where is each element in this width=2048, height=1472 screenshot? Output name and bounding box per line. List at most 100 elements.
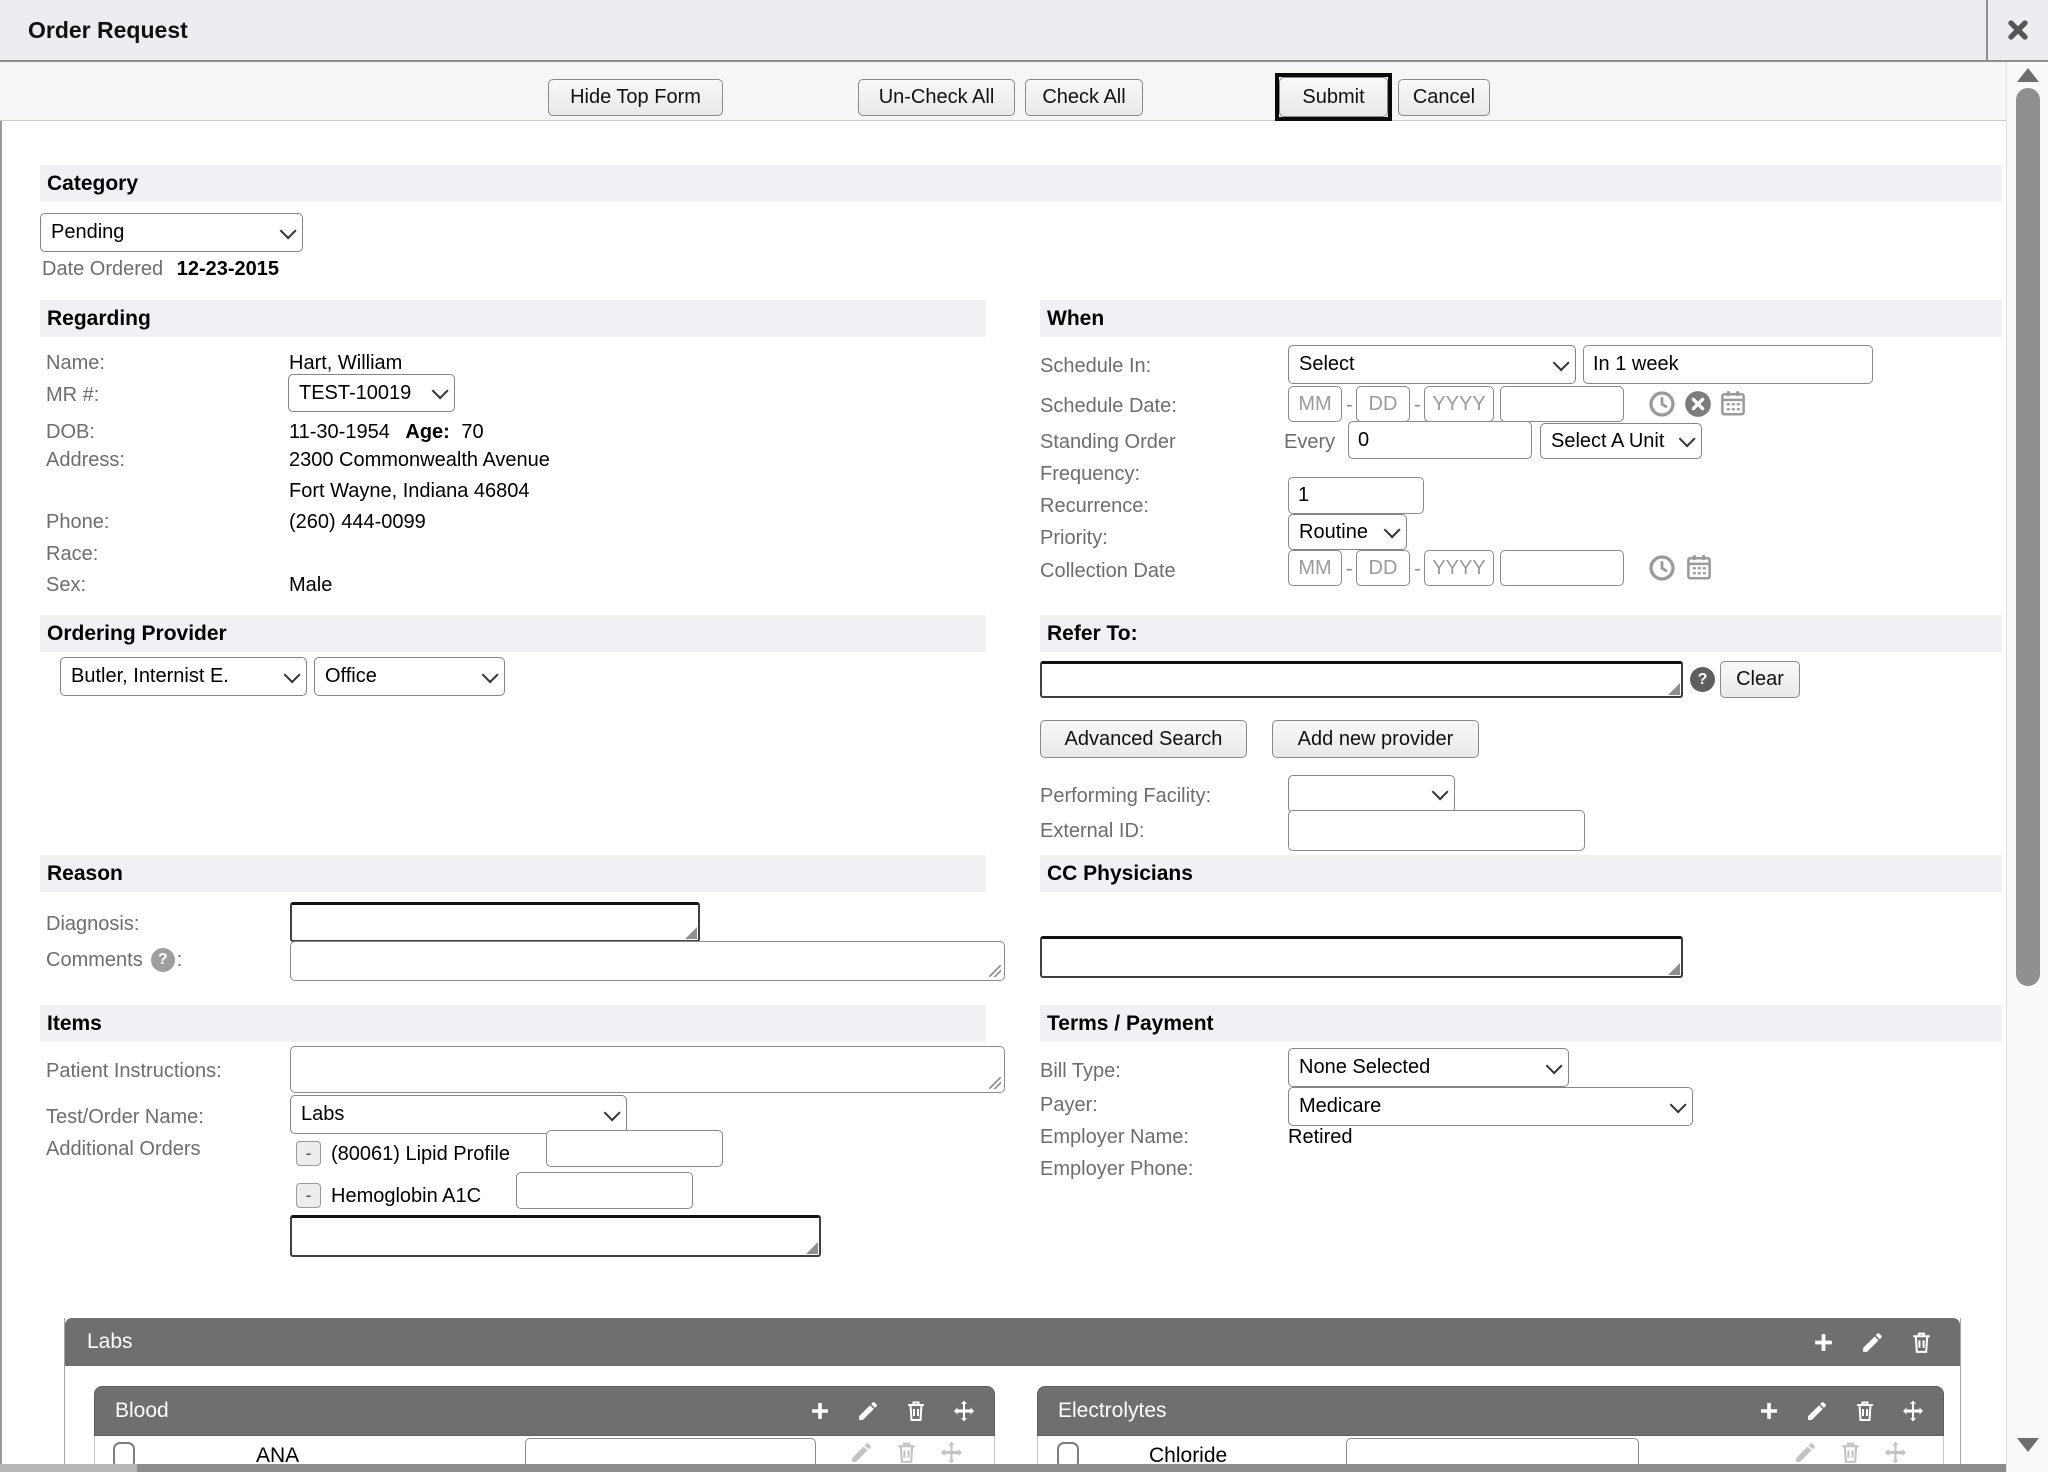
ordering-provider-select[interactable]: Butler, Internist E. [60, 657, 307, 696]
edit-icon[interactable] [1793, 1440, 1818, 1465]
schedule-in-value: Select [1299, 353, 1355, 376]
recurrence-label: Recurrence: [1040, 495, 1149, 518]
standing-order-unit-select[interactable]: Select A Unit [1540, 423, 1702, 459]
delete-icon[interactable] [1909, 1330, 1934, 1355]
schedule-time-clock-icon[interactable] [1648, 390, 1676, 418]
order-item-input[interactable] [516, 1172, 693, 1209]
dob-value: 11-30-1954 Age: 70 [289, 421, 484, 444]
every-value-input[interactable]: 0 [1348, 421, 1532, 459]
hide-top-form-button[interactable]: Hide Top Form [548, 79, 723, 116]
collection-time-input[interactable] [1500, 550, 1624, 586]
bill-type-select[interactable]: None Selected [1288, 1048, 1569, 1087]
bottom-edge-strip [0, 1464, 137, 1472]
date-dash: - [1414, 558, 1421, 581]
comments-help-icon[interactable]: ? [151, 948, 175, 972]
delete-icon[interactable] [1838, 1440, 1863, 1465]
mr-number-select[interactable]: TEST-10019 [288, 374, 455, 412]
refer-to-help-icon[interactable]: ? [1690, 667, 1715, 692]
order-item-label: Hemoglobin A1C [331, 1185, 481, 1208]
payer-select[interactable]: Medicare [1288, 1087, 1693, 1126]
edit-icon[interactable] [1805, 1399, 1829, 1423]
recurrence-input[interactable]: 1 [1288, 477, 1424, 514]
terms-payment-heading: Terms / Payment [1047, 1012, 1214, 1036]
remove-order-button[interactable]: - [296, 1141, 321, 1166]
address-label: Address: [46, 449, 125, 472]
chevron-down-icon [284, 666, 301, 683]
add-icon[interactable] [1811, 1330, 1836, 1355]
close-button[interactable] [1986, 0, 2048, 60]
add-icon[interactable] [1757, 1399, 1781, 1423]
external-id-input[interactable] [1288, 810, 1585, 851]
diagnosis-label: Diagnosis: [46, 913, 139, 936]
order-item-label: (80061) Lipid Profile [331, 1143, 510, 1166]
delete-icon[interactable] [894, 1440, 919, 1465]
test-order-name-select[interactable]: Labs [290, 1095, 627, 1134]
dialog-title: Order Request [28, 0, 188, 60]
date-ordered-value: 12-23-2015 [177, 258, 279, 280]
refer-to-search-input[interactable] [1040, 661, 1683, 698]
schedule-date-yyyy-input[interactable]: YYYY [1424, 386, 1494, 422]
blood-group-body: ANA [94, 1436, 995, 1466]
diagnosis-input[interactable] [290, 902, 700, 942]
schedule-date-calendar-icon[interactable] [1718, 388, 1748, 418]
delete-icon[interactable] [1853, 1399, 1877, 1423]
collection-date-dd-input[interactable]: DD [1356, 550, 1410, 586]
submit-button[interactable]: Submit [1279, 77, 1388, 117]
add-new-provider-button[interactable]: Add new provider [1272, 720, 1479, 758]
check-all-button[interactable]: Check All [1025, 79, 1143, 116]
refer-to-clear-button[interactable]: Clear [1720, 661, 1800, 698]
chevron-down-icon [1546, 1057, 1563, 1074]
schedule-date-mm-input[interactable]: MM [1288, 386, 1342, 422]
scroll-up-arrow[interactable] [2017, 68, 2039, 82]
edit-icon[interactable] [1860, 1330, 1885, 1355]
chevron-down-icon [482, 666, 499, 683]
priority-selected-value: Routine [1299, 521, 1368, 544]
collection-date-mm-input[interactable]: MM [1288, 550, 1342, 586]
scroll-down-arrow[interactable] [2017, 1438, 2039, 1452]
scrollbar-thumb[interactable] [2016, 88, 2040, 986]
address-line1: 2300 Commonwealth Avenue [289, 449, 550, 472]
sex-value: Male [289, 574, 332, 597]
cancel-button[interactable]: Cancel [1398, 79, 1490, 116]
move-icon[interactable] [939, 1440, 964, 1465]
employer-name-label: Employer Name: [1040, 1126, 1189, 1149]
uncheck-all-button[interactable]: Un-Check All [858, 79, 1015, 116]
provider-selected-value: Butler, Internist E. [71, 665, 229, 688]
collection-date-yyyy-input[interactable]: YYYY [1424, 550, 1494, 586]
schedule-date-clear-icon[interactable] [1684, 390, 1712, 418]
schedule-time-input[interactable] [1500, 386, 1624, 422]
performing-facility-select[interactable] [1288, 775, 1455, 813]
reason-heading: Reason [47, 862, 123, 886]
collection-date-calendar-icon[interactable] [1684, 552, 1714, 582]
edit-icon[interactable] [856, 1399, 880, 1423]
edit-icon[interactable] [849, 1440, 874, 1465]
blood-group-title: Blood [115, 1399, 169, 1423]
patient-instructions-textarea[interactable] [290, 1046, 1005, 1093]
move-icon[interactable] [952, 1399, 976, 1423]
category-select[interactable]: Pending [40, 213, 303, 252]
move-icon[interactable] [1901, 1399, 1925, 1423]
chevron-down-icon [1679, 430, 1696, 447]
additional-orders-textarea[interactable] [290, 1215, 821, 1257]
provider-location-select[interactable]: Office [314, 657, 505, 696]
unit-selected-value: Select A Unit [1551, 430, 1664, 453]
remove-order-button[interactable]: - [296, 1183, 321, 1208]
add-icon[interactable] [808, 1399, 832, 1423]
delete-icon[interactable] [904, 1399, 928, 1423]
age-label: Age: [405, 421, 449, 443]
comments-textarea[interactable] [290, 941, 1005, 981]
collection-time-clock-icon[interactable] [1648, 554, 1676, 582]
labs-panel-title: Labs [87, 1330, 133, 1354]
location-selected-value: Office [325, 665, 377, 688]
when-section-header: When [1040, 300, 2002, 337]
priority-select[interactable]: Routine [1288, 514, 1407, 550]
phone-label: Phone: [46, 511, 109, 534]
advanced-search-button[interactable]: Advanced Search [1040, 720, 1247, 758]
move-icon[interactable] [1883, 1440, 1908, 1465]
order-item-input[interactable] [546, 1130, 723, 1167]
items-section-header: Items [40, 1005, 986, 1042]
cc-physicians-input[interactable] [1040, 936, 1683, 978]
schedule-in-select[interactable]: Select [1288, 345, 1576, 384]
schedule-date-dd-input[interactable]: DD [1356, 386, 1410, 422]
schedule-in-text-input[interactable]: In 1 week [1583, 345, 1873, 384]
